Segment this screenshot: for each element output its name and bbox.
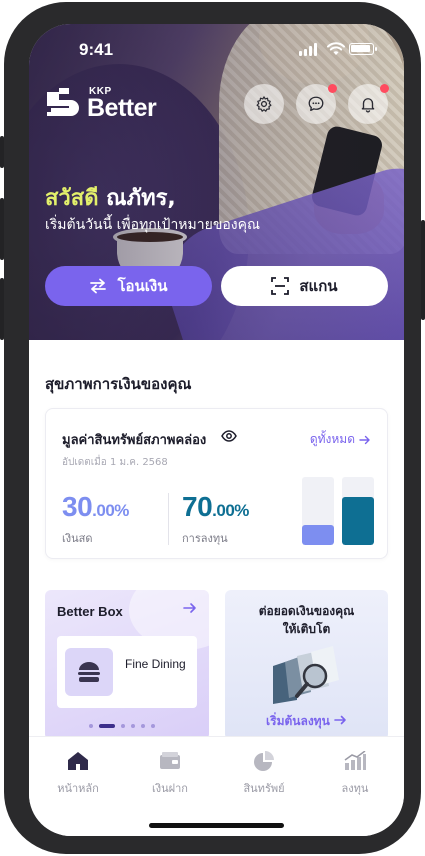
arrow-right-icon	[334, 715, 346, 725]
carousel-dot[interactable]	[131, 724, 135, 728]
volume-up-button	[0, 198, 4, 260]
financial-health-title: สุขภาพการเงินของคุณ	[45, 375, 192, 393]
carousel-dot[interactable]	[141, 724, 145, 728]
kkp-better-logo: KKP Better	[45, 86, 157, 122]
grow-money-card[interactable]: ต่อยอดเงินของคุณ ให้เติบโต เริ่มต้นลงทุน	[225, 590, 388, 740]
cash-label: เงินสด	[62, 532, 93, 545]
arrow-right-icon[interactable]	[183, 602, 197, 614]
home-icon	[68, 752, 88, 770]
cash-bar-fill	[302, 524, 334, 545]
updated-date: อัปเดตเมื่อ 1 ม.ค. 2568	[62, 457, 168, 468]
scan-button[interactable]: สแกน	[221, 266, 388, 306]
burger-icon	[65, 648, 113, 696]
tab-invest[interactable]: ลงทุน	[308, 750, 402, 797]
chat-notification-dot	[328, 84, 337, 93]
carousel-dot[interactable]	[89, 724, 93, 728]
invest-label: การลงทุน	[182, 532, 228, 545]
scan-frame-icon	[271, 277, 290, 295]
screen: 9:41 KKP Better สวัสดี ณภัทร, เริ่มต้นวั…	[29, 24, 404, 836]
tab-home[interactable]: หน้าหลัก	[31, 751, 125, 797]
divider	[168, 493, 169, 545]
mute-switch	[0, 136, 4, 168]
battery-icon	[349, 43, 377, 55]
transfer-label: โอนเงิน	[117, 277, 168, 295]
scan-label: สแกน	[299, 277, 338, 295]
notifications-button[interactable]	[348, 84, 389, 124]
swap-arrows-icon	[90, 278, 107, 294]
home-indicator	[149, 823, 284, 828]
volume-down-button	[0, 278, 4, 340]
eye-icon[interactable]	[221, 430, 237, 442]
logo-mark	[47, 88, 79, 116]
start-investing-link[interactable]: เริ่มต้นลงทุน	[225, 712, 388, 731]
greeting-name: ณภัทร,	[98, 186, 176, 211]
investment-illustration	[273, 646, 339, 704]
wallet-icon	[160, 752, 180, 769]
bottom-tab-bar: หน้าหลัก เงินฝาก สินทรัพย์ ลงทุน	[29, 736, 404, 836]
invest-bar	[342, 477, 374, 545]
better-box-item[interactable]: Fine Dining	[57, 636, 197, 708]
status-time: 9:41	[79, 40, 114, 59]
notification-dot	[380, 84, 389, 93]
grow-title: ต่อยอดเงินของคุณ ให้เติบโต	[258, 604, 355, 636]
carousel-dot[interactable]	[99, 724, 115, 728]
settings-button[interactable]	[244, 84, 284, 124]
tab-assets[interactable]: สินทรัพย์	[217, 751, 311, 797]
greeting: สวัสดี ณภัทร,	[45, 180, 176, 215]
liquid-assets-card[interactable]: มูลค่าสินทรัพย์สภาพคล่อง ดูทั้งหมด อัปเด…	[45, 408, 388, 559]
greeting-subtitle: เริ่มต้นวันนี้ เพื่อทุกเป้าหมายของคุณ	[45, 217, 260, 233]
hero-banner: 9:41 KKP Better สวัสดี ณภัทร, เริ่มต้นวั…	[29, 24, 404, 340]
status-icons	[299, 42, 379, 56]
transfer-button[interactable]: โอนเงิน	[45, 266, 212, 306]
better-box-card[interactable]: Better Box Fine Dining	[45, 590, 209, 740]
liquid-assets-title: มูลค่าสินทรัพย์สภาพคล่อง	[62, 433, 207, 448]
main-content: สุขภาพการเงินของคุณ มูลค่าสินทรัพย์สภาพค…	[29, 340, 404, 740]
cash-bar	[302, 477, 334, 545]
better-box-title: Better Box	[57, 604, 123, 619]
carousel-dots[interactable]	[89, 724, 155, 728]
greeting-hello: สวัสดี	[45, 186, 99, 211]
carousel-dot[interactable]	[151, 724, 155, 728]
invest-percent: 70.00%	[182, 491, 249, 522]
pie-chart-icon	[254, 751, 274, 771]
cash-percent: 30.00%	[62, 491, 129, 522]
invest-bar-fill	[342, 497, 374, 545]
power-button	[421, 220, 425, 320]
chat-button[interactable]	[296, 84, 337, 124]
see-all-link[interactable]: ดูทั้งหมด	[310, 430, 371, 449]
phone-frame: 9:41 KKP Better สวัสดี ณภัทร, เริ่มต้นวั…	[0, 2, 425, 854]
wifi-icon	[327, 42, 345, 55]
bar-chart-icon	[344, 750, 366, 770]
bell-icon	[361, 98, 375, 113]
gear-icon	[256, 96, 272, 112]
tab-deposits[interactable]: เงินฝาก	[123, 751, 217, 797]
chat-bubble-icon	[308, 96, 324, 112]
carousel-dot[interactable]	[121, 724, 125, 728]
see-all-label: ดูทั้งหมด	[309, 432, 355, 446]
better-box-item-label: Fine Dining	[125, 657, 186, 671]
arrow-right-icon	[359, 435, 370, 444]
